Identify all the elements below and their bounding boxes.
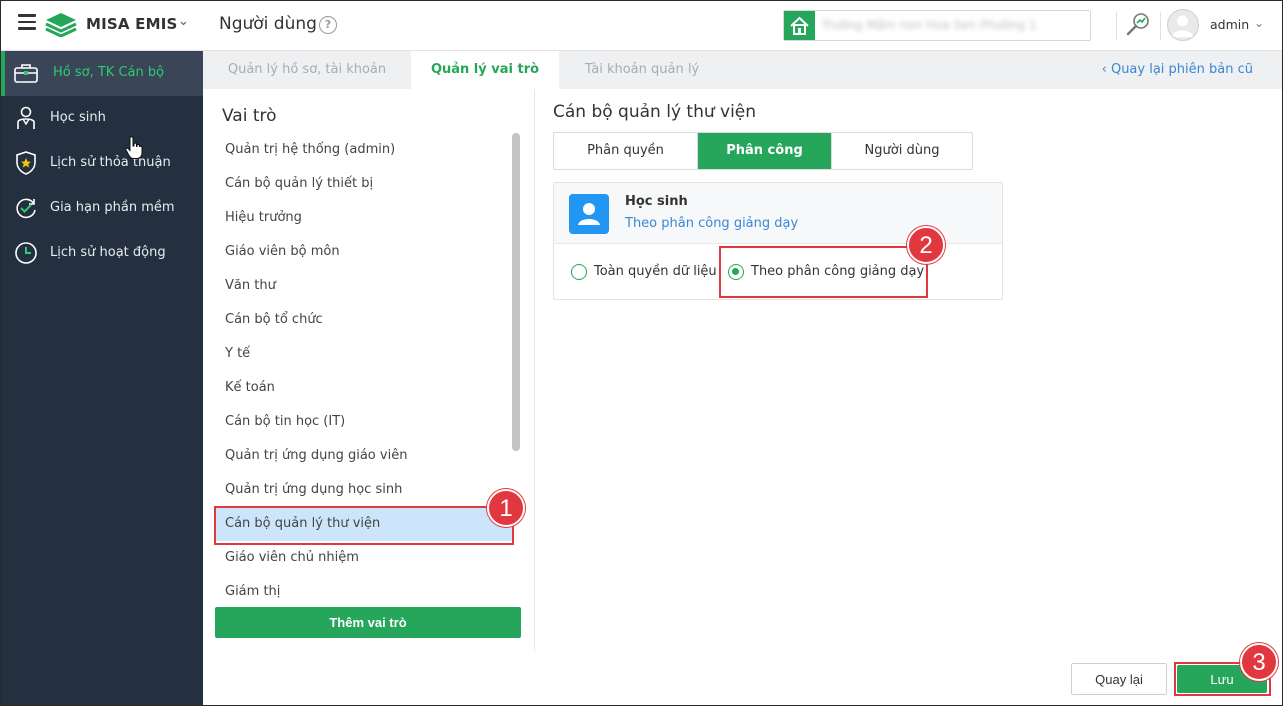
- shield-star-icon: [16, 151, 36, 175]
- tab-manage-profiles[interactable]: Quản lý hồ sơ, tài khoản: [203, 51, 411, 89]
- scrollbar-thumb[interactable]: [512, 133, 520, 451]
- tab-manage-roles[interactable]: Quản lý vai trò: [411, 51, 559, 89]
- sidebar-item-label: Hồ sơ, TK Cán bộ: [53, 65, 165, 80]
- role-item[interactable]: Cán bộ tin học (IT): [215, 405, 513, 439]
- role-item[interactable]: Cán bộ tổ chức: [215, 303, 513, 337]
- back-to-old-version-link[interactable]: ‹ Quay lại phiên bản cũ: [1102, 62, 1253, 77]
- role-item[interactable]: Y tế: [215, 337, 513, 371]
- briefcase-icon: [14, 64, 38, 83]
- add-role-button[interactable]: Thêm vai trò: [215, 607, 521, 638]
- pointer-hand-icon: [125, 136, 143, 159]
- sidebar: Hồ sơ, TK Cán bộ Học sinh Lịch sử thỏa t…: [0, 51, 203, 706]
- sidebar-item-label: Gia hạn phần mềm: [50, 200, 175, 215]
- role-detail-tabs: Phân quyền Phân công Người dùng: [553, 132, 973, 170]
- sidebar-item-label: Học sinh: [50, 110, 106, 125]
- sidebar-item-students[interactable]: Học sinh: [0, 96, 203, 141]
- radio-button-checked[interactable]: [728, 264, 744, 280]
- role-item[interactable]: Quản trị ứng dụng giáo viên: [215, 439, 513, 473]
- analytics-search-icon[interactable]: [1125, 11, 1151, 37]
- user-avatar-icon: [1171, 15, 1194, 38]
- role-item[interactable]: Quản trị hệ thống (admin): [215, 133, 513, 167]
- back-button[interactable]: Quay lại: [1071, 663, 1167, 695]
- role-item[interactable]: Giáo viên chủ nhiệm: [215, 541, 513, 575]
- sidebar-item-staff-profile[interactable]: Hồ sơ, TK Cán bộ: [0, 51, 203, 96]
- clock-icon: [15, 242, 37, 264]
- sidebar-item-activity-history[interactable]: Lịch sử hoạt động: [0, 231, 203, 276]
- menu-icon[interactable]: [18, 14, 36, 30]
- annotation-badge-2: 2: [907, 226, 945, 264]
- card-subtitle-link[interactable]: Theo phân công giảng dạy: [625, 216, 798, 231]
- header-divider: [1116, 12, 1117, 40]
- tab-permissions[interactable]: Phân quyền: [554, 133, 697, 169]
- app-switch-chevron-icon[interactable]: ⌄: [178, 14, 189, 29]
- role-item[interactable]: Hiệu trưởng: [215, 201, 513, 235]
- misa-logo-icon: [45, 13, 77, 37]
- roles-panel: Vai trò Quản trị hệ thống (admin) Cán bộ…: [203, 89, 535, 651]
- role-item[interactable]: Kế toán: [215, 371, 513, 405]
- radio-label: Toàn quyền dữ liệu: [594, 264, 717, 279]
- renew-icon: [16, 198, 36, 219]
- role-detail-title: Cán bộ quản lý thư viện: [553, 102, 757, 122]
- home-icon: [784, 11, 815, 40]
- role-item[interactable]: Văn thư: [215, 269, 513, 303]
- role-item[interactable]: Cán bộ quản lý thiết bị: [215, 167, 513, 201]
- role-item[interactable]: Giám thị: [215, 575, 513, 599]
- role-item[interactable]: Giáo viên bộ môn: [215, 235, 513, 269]
- roles-title: Vai trò: [222, 106, 277, 126]
- school-name: Trường Mầm non Hoa Sen Phường 1: [822, 18, 1037, 32]
- radio-button[interactable]: [571, 264, 587, 280]
- header-divider: [1160, 12, 1161, 40]
- avatar[interactable]: [1167, 9, 1199, 41]
- sidebar-item-agreement-history[interactable]: Lịch sử thỏa thuận: [0, 141, 203, 186]
- student-card-icon: [569, 194, 609, 234]
- student-icon: [17, 106, 35, 129]
- tab-users[interactable]: Người dùng: [832, 133, 972, 169]
- sidebar-item-label: Lịch sử thỏa thuận: [50, 155, 171, 170]
- radio-label: Theo phân công giảng dạy: [751, 264, 925, 279]
- page-title: Người dùng: [219, 14, 317, 34]
- logo-text: MISA EMIS: [86, 15, 178, 33]
- sidebar-item-label: Lịch sử hoạt động: [50, 245, 166, 260]
- top-header: MISA EMIS ⌄ Người dùng ? Trường Mầm non …: [0, 0, 1283, 51]
- help-icon[interactable]: ?: [319, 16, 337, 34]
- roles-scrollbar[interactable]: [512, 133, 520, 599]
- role-tabs-bar: Quản lý hồ sơ, tài khoản Quản lý vai trò…: [203, 51, 1283, 89]
- role-item[interactable]: Quản trị ứng dụng học sinh: [215, 473, 513, 507]
- annotation-badge-3: 3: [1240, 643, 1278, 681]
- sidebar-item-renew-software[interactable]: Gia hạn phần mềm: [0, 186, 203, 231]
- school-selector[interactable]: Trường Mầm non Hoa Sen Phường 1: [783, 10, 1091, 41]
- annotation-badge-1: 1: [487, 489, 525, 527]
- role-item-selected[interactable]: Cán bộ quản lý thư viện: [215, 507, 513, 541]
- user-name[interactable]: admin: [1210, 17, 1249, 32]
- card-title: Học sinh: [625, 194, 688, 209]
- tab-admin-accounts[interactable]: Tài khoản quản lý: [559, 51, 725, 89]
- user-menu-chevron-icon[interactable]: ⌄: [1254, 16, 1264, 30]
- tab-assignment[interactable]: Phân công: [698, 133, 831, 169]
